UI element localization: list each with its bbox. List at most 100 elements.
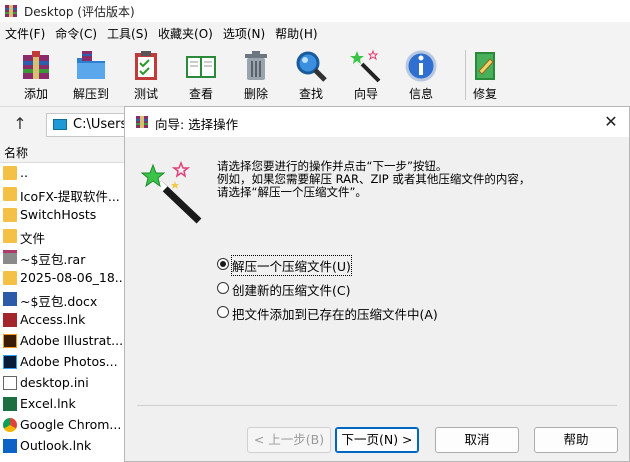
info-icon bbox=[405, 50, 437, 82]
menu-options[interactable]: 选项(N) bbox=[218, 25, 270, 42]
list-item[interactable]: 文件 bbox=[0, 226, 125, 247]
test-button[interactable]: 测试 bbox=[121, 47, 171, 105]
file-name: Google Chrom... bbox=[20, 417, 122, 432]
list-item[interactable]: 2025-08-06_18... bbox=[0, 268, 125, 289]
cancel-button[interactable]: 取消 bbox=[435, 427, 519, 453]
info-label: 信息 bbox=[408, 87, 433, 101]
list-item[interactable]: ~$豆包.docx bbox=[0, 289, 125, 310]
extract-label: 解压到 bbox=[72, 87, 109, 101]
folder-icon bbox=[3, 208, 17, 222]
list-item[interactable]: Excel.lnk bbox=[0, 394, 125, 415]
menu-help[interactable]: 帮助(H) bbox=[270, 25, 322, 42]
file-name: SwitchHosts bbox=[20, 207, 97, 222]
chrome-app-icon bbox=[3, 418, 17, 432]
file-name: Adobe Illustrat... bbox=[20, 333, 124, 348]
toolbar: 添加 解压到 测试 查看 删除 查找 向导 信息 修复 bbox=[0, 44, 630, 107]
dialog-title: 向导: 选择操作 bbox=[155, 117, 239, 132]
window-title: Desktop (评估版本) bbox=[24, 4, 135, 19]
file-name: ~$豆包.docx bbox=[20, 294, 98, 309]
menu-commands[interactable]: 命令(C) bbox=[50, 25, 102, 42]
winrar-dialog-icon bbox=[136, 116, 148, 128]
repair-button[interactable]: 修复 bbox=[460, 47, 510, 105]
next-button[interactable]: 下一页(N) > bbox=[335, 427, 419, 453]
list-item[interactable]: .. bbox=[0, 163, 125, 184]
back-button[interactable]: < 上一步(B) bbox=[247, 427, 331, 453]
settings-file-icon bbox=[3, 376, 17, 390]
magic-wand-icon bbox=[350, 49, 381, 83]
file-name: IcoFX-提取软件... bbox=[20, 189, 120, 204]
close-icon[interactable]: ✕ bbox=[597, 110, 625, 134]
menubar: 文件(F) 命令(C) 工具(S) 收藏夹(O) 选项(N) 帮助(H) bbox=[0, 22, 630, 44]
address-path: C:\Users\ bbox=[73, 117, 132, 132]
list-item[interactable]: ~$豆包.rar bbox=[0, 247, 125, 268]
column-name-header[interactable]: 名称 bbox=[4, 144, 28, 161]
menu-favorites[interactable]: 收藏夹(O) bbox=[153, 25, 218, 42]
folder-icon bbox=[3, 229, 17, 243]
list-item[interactable]: IcoFX-提取软件... bbox=[0, 184, 125, 205]
trash-icon bbox=[245, 51, 267, 80]
find-label: 查找 bbox=[298, 87, 323, 101]
radio-add-to-existing[interactable] bbox=[217, 306, 229, 318]
menu-file[interactable]: 文件(F) bbox=[0, 25, 50, 42]
file-name: desktop.ini bbox=[20, 375, 89, 390]
file-name: Outlook.lnk bbox=[20, 438, 92, 453]
file-name: 2025-08-06_18... bbox=[20, 270, 125, 285]
magnifier-icon bbox=[296, 51, 327, 82]
dialog-titlebar: 向导: 选择操作 ✕ bbox=[125, 107, 629, 137]
list-item[interactable]: desktop.ini bbox=[0, 373, 125, 394]
file-list: .. IcoFX-提取软件... SwitchHosts 文件 ~$豆包.rar… bbox=[0, 163, 125, 462]
list-item[interactable]: Access.lnk bbox=[0, 310, 125, 331]
rar-file-icon bbox=[3, 250, 17, 264]
test-label: 测试 bbox=[133, 87, 158, 101]
view-book-icon bbox=[186, 56, 216, 78]
outlook-app-icon bbox=[3, 439, 17, 453]
list-item[interactable]: Outlook.lnk bbox=[0, 436, 125, 457]
illustrator-app-icon bbox=[3, 334, 17, 348]
add-button[interactable]: 添加 bbox=[11, 47, 61, 105]
magic-wand-icon bbox=[140, 160, 202, 224]
help-button[interactable]: 帮助 bbox=[534, 427, 618, 453]
file-name: Adobe Photos... bbox=[20, 354, 118, 369]
list-item[interactable]: Google Chrom... bbox=[0, 415, 125, 436]
window-titlebar: Desktop (评估版本) bbox=[0, 0, 630, 22]
file-name: Access.lnk bbox=[20, 312, 86, 327]
folder-icon bbox=[3, 187, 17, 201]
file-name: Excel.lnk bbox=[20, 396, 76, 411]
file-name: 文件 bbox=[20, 231, 46, 246]
access-app-icon bbox=[3, 313, 17, 327]
option-create-label[interactable]: 创建新的压缩文件(C) bbox=[232, 280, 350, 299]
option-extract-label[interactable]: 解压一个压缩文件(U) bbox=[231, 255, 352, 276]
excel-app-icon bbox=[3, 397, 17, 411]
option-add-to-existing-label[interactable]: 把文件添加到已存在的压缩文件中(A) bbox=[232, 304, 438, 323]
list-item[interactable]: Adobe Photos... bbox=[0, 352, 125, 373]
wizard-button[interactable]: 向导 bbox=[341, 47, 391, 105]
list-header: 名称 bbox=[0, 142, 125, 163]
wizard-label: 向导 bbox=[353, 87, 378, 101]
extract-folder-icon bbox=[77, 51, 105, 79]
info-button[interactable]: 信息 bbox=[396, 47, 446, 105]
list-item[interactable]: Adobe Illustrat... bbox=[0, 331, 125, 352]
wizard-dialog: 向导: 选择操作 ✕ 请选择您要进行的操作并点击“下一步”按钮。 例如，如果您需… bbox=[124, 106, 630, 462]
winrar-app-icon bbox=[5, 5, 17, 17]
add-archive-icon bbox=[23, 51, 49, 79]
delete-button[interactable]: 删除 bbox=[231, 47, 281, 105]
list-item[interactable]: SwitchHosts bbox=[0, 205, 125, 226]
delete-label: 删除 bbox=[243, 87, 268, 101]
word-file-icon bbox=[3, 292, 17, 306]
folder-icon bbox=[3, 271, 17, 285]
find-button[interactable]: 查找 bbox=[286, 47, 336, 105]
view-label: 查看 bbox=[188, 87, 213, 101]
description-line: 请选择“解压一个压缩文件”。 bbox=[217, 185, 367, 199]
up-arrow-icon[interactable]: ↑ bbox=[10, 114, 30, 134]
radio-create[interactable] bbox=[217, 282, 229, 294]
menu-tools[interactable]: 工具(S) bbox=[102, 25, 153, 42]
photoshop-app-icon bbox=[3, 355, 17, 369]
view-button[interactable]: 查看 bbox=[176, 47, 226, 105]
folder-icon bbox=[3, 166, 17, 180]
extract-button[interactable]: 解压到 bbox=[66, 47, 116, 105]
file-name: ~$豆包.rar bbox=[20, 252, 86, 267]
add-label: 添加 bbox=[23, 87, 48, 101]
file-name: .. bbox=[20, 165, 28, 180]
radio-extract[interactable] bbox=[217, 258, 229, 270]
dialog-separator bbox=[137, 405, 617, 406]
